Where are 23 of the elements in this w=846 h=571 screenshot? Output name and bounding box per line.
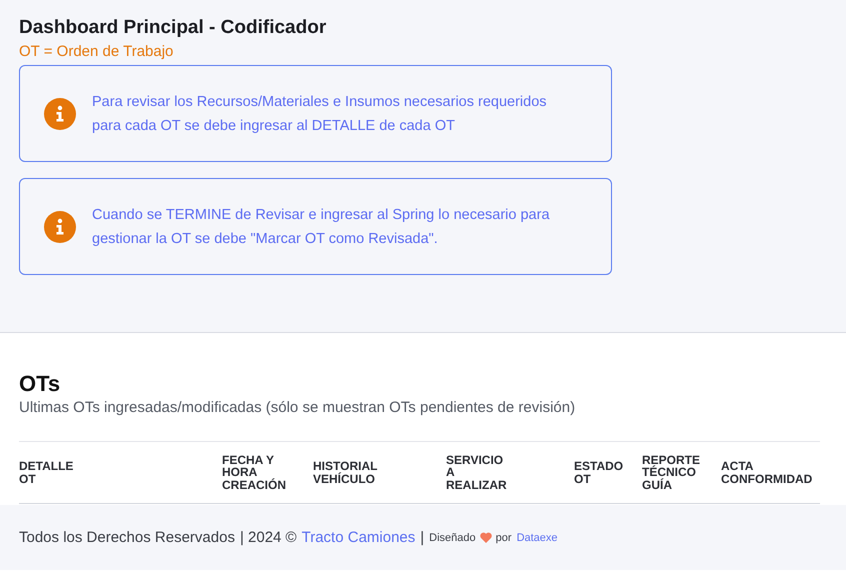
designed-text: Diseñado: [429, 532, 476, 544]
section-subtitle: Ultimas OTs ingresadas/modificadas (sólo se muestran OTs pendientes de revisión): [19, 399, 576, 416]
designer-link[interactable]: Dataexe: [516, 532, 558, 544]
alert-text: Cuando se TERMINE de Revisar e ingresar al Spring lo necesario para gestionar la OT se debe "Marcar OT como Revisada".: [92, 206, 551, 248]
column-header: HISTORIAL VEHÍCULO: [313, 460, 378, 485]
column-header: SERVICIO A REALIZAR: [446, 454, 508, 492]
separator-text: |: [420, 529, 424, 546]
alert-text: Para revisar los Recursos/Materiales e Insumos necesarios requeridos para cada OT se debe ingresar al DETALLE de cada OT: [92, 92, 548, 136]
year-text: | 2024 ©: [240, 529, 297, 546]
column-header: DETALLE OT: [19, 460, 74, 485]
info-icon: [44, 98, 76, 130]
copyright-text: Todos los Derechos Reservados: [19, 529, 235, 546]
by-text: por: [496, 532, 512, 544]
heart-icon: [480, 532, 492, 543]
section-title: OTs: [19, 371, 60, 397]
column-header: FECHA Y HORA CREACIÓN: [222, 454, 288, 492]
info-icon: [44, 210, 76, 242]
column-header: REPORTE TÉCNICO GUÍA: [642, 454, 702, 492]
column-header: ACTA CONFORMIDAD: [721, 460, 814, 485]
column-header: ESTADO OT: [574, 460, 624, 485]
company-link[interactable]: Tracto Camiones: [302, 529, 416, 546]
page-subtitle: OT = Orden de Trabajo: [19, 43, 174, 61]
page-title: Dashboard Principal - Codificador: [19, 16, 326, 40]
